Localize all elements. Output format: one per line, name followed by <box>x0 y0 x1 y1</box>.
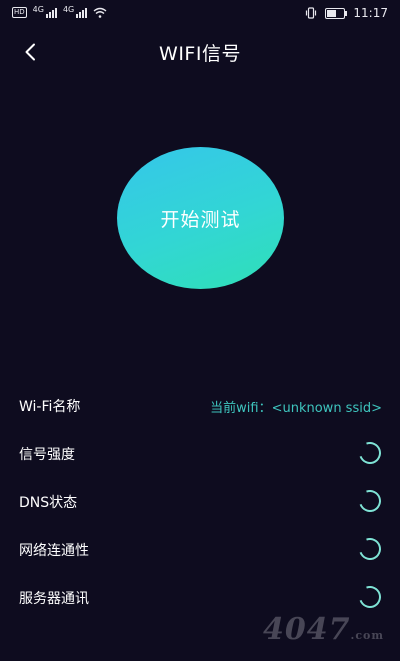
row-label: 网络连通性 <box>19 543 89 559</box>
watermark-logo: 4047.com <box>263 612 384 647</box>
start-test-button[interactable]: 开始测试 <box>117 147 284 289</box>
wifi-icon <box>93 7 107 18</box>
watermark-text: 4047 <box>262 612 351 647</box>
row-label: DNS状态 <box>19 495 78 511</box>
cellular-signal-icon-2: 4G <box>62 5 88 18</box>
network-type-label-2: 4G <box>62 5 75 14</box>
header: WIFI信号 <box>0 28 400 76</box>
row-server-communication: 服务器通讯 <box>0 580 400 616</box>
loading-spinner-icon <box>355 438 385 468</box>
hd-badge: HD <box>12 6 27 18</box>
loading-spinner-icon <box>355 534 385 564</box>
cellular-signal-icon: 4G <box>33 6 57 18</box>
row-label: 服务器通讯 <box>19 591 89 607</box>
watermark-suffix: .com <box>350 629 384 642</box>
row-label: Wi-Fi名称 <box>19 399 81 415</box>
status-left: HD 4G 4G <box>12 6 107 18</box>
row-dns-status: DNS状态 <box>0 484 400 520</box>
row-signal-strength: 信号强度 <box>0 436 400 472</box>
vibrate-icon <box>306 7 317 19</box>
loading-spinner-icon <box>355 582 385 612</box>
row-network-connectivity: 网络连通性 <box>0 532 400 568</box>
network-type-label: 4G <box>32 5 44 14</box>
status-bar: HD 4G 4G 11:17 <box>0 0 400 28</box>
status-right: 11:17 <box>305 6 388 20</box>
loading-spinner-icon <box>355 486 385 516</box>
status-time: 11:17 <box>353 6 388 20</box>
row-wifi-name: Wi-Fi名称 当前wifi：<unknown ssid> <box>0 388 400 424</box>
row-label: 信号强度 <box>19 447 75 463</box>
page-title: WIFI信号 <box>159 43 241 65</box>
wifi-name-value: 当前wifi：<unknown ssid> <box>210 401 382 416</box>
battery-icon <box>325 7 348 19</box>
